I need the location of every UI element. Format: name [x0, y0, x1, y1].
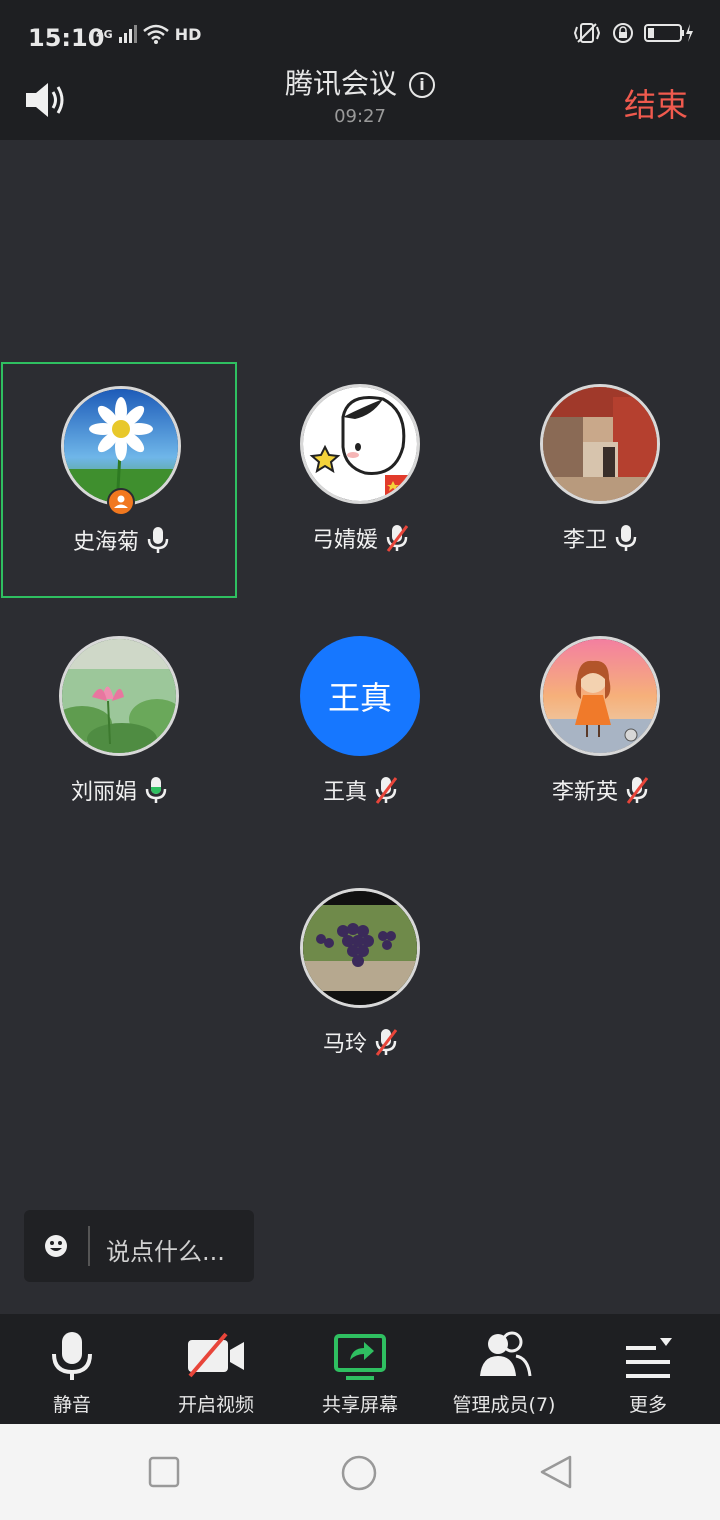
participant-name: 史海菊	[3, 524, 239, 556]
participant-tile[interactable]: 王真 王真	[242, 614, 478, 850]
start-video-button[interactable]: 开启视频	[144, 1314, 288, 1424]
participant-name-text: 马玲	[322, 1032, 367, 1057]
mic-muted-icon	[375, 1029, 397, 1056]
meeting-title[interactable]: 腾讯会议 i	[0, 62, 720, 102]
participant-tile[interactable]: 李卫	[482, 362, 718, 598]
avatar	[300, 384, 420, 504]
avatar	[59, 636, 179, 756]
chat-input[interactable]: 说点什么...	[24, 1210, 254, 1282]
mic-muted-icon	[375, 777, 397, 804]
signal-icon	[118, 25, 137, 43]
participant-name: 王真	[242, 774, 478, 806]
participant-tile[interactable]: 刘丽娟	[1, 614, 237, 850]
meeting-timer: 09:27	[334, 106, 386, 127]
status-time: 15:10	[28, 24, 105, 52]
meeting-toolbar: 静音 开启视频 共享屏幕 管理成员(7) 更多	[0, 1314, 720, 1424]
participant-tile[interactable]: 李新英	[482, 614, 718, 850]
vibrate-icon	[573, 23, 601, 43]
participant-name: 李新英	[482, 774, 718, 806]
home-icon[interactable]	[340, 1454, 378, 1492]
participant-name-text: 弓婧媛	[311, 528, 378, 553]
mic-speaking-icon	[145, 777, 167, 803]
meeting-header: 腾讯会议 i 09:27 结束	[0, 67, 720, 140]
participant-name-text: 史海菊	[72, 530, 139, 555]
emoji-icon[interactable]	[44, 1234, 68, 1258]
mute-button[interactable]: 静音	[0, 1314, 144, 1424]
daisy-photo	[64, 389, 178, 503]
video-off-icon	[188, 1332, 244, 1378]
video-label: 开启视频	[177, 1394, 254, 1416]
more-label: 更多	[628, 1394, 667, 1416]
avatar	[300, 888, 420, 1008]
painted-girl	[543, 639, 657, 753]
host-badge-icon	[107, 488, 135, 516]
end-meeting-button[interactable]: 结束	[624, 80, 688, 126]
participant-name: 马玲	[242, 1026, 478, 1058]
back-icon[interactable]	[538, 1454, 574, 1490]
chat-placeholder: 说点什么...	[106, 1238, 225, 1266]
members-icon	[480, 1331, 532, 1377]
microphone-icon	[52, 1332, 92, 1380]
avatar: 王真	[300, 636, 420, 756]
members-label: 管理成员(7)	[452, 1394, 556, 1416]
system-nav-bar	[0, 1424, 720, 1520]
mic-muted-icon	[386, 525, 408, 552]
mute-label: 静音	[52, 1394, 91, 1416]
meeting-title-text: 腾讯会议	[284, 67, 397, 100]
participant-name-text: 李新英	[551, 780, 618, 805]
mic-muted-icon	[626, 777, 648, 804]
participant-tile[interactable]: 弓婧媛	[242, 362, 478, 598]
info-icon[interactable]: i	[409, 72, 435, 98]
participant-name-text: 王真	[322, 780, 367, 805]
lock-rotation-icon	[613, 23, 633, 43]
hd-label: HD	[174, 24, 202, 44]
lotus-photo	[62, 639, 176, 753]
status-bar: 15:10 4G HD	[0, 0, 720, 70]
menu-icon	[626, 1338, 672, 1378]
avatar	[540, 636, 660, 756]
participant-name-text: 刘丽娟	[70, 780, 137, 805]
network-label: 4G	[96, 27, 113, 41]
manage-members-button[interactable]: 管理成员(7)	[432, 1314, 576, 1424]
participant-name: 刘丽娟	[1, 774, 237, 806]
share-label: 共享屏幕	[321, 1394, 398, 1416]
share-screen-icon	[334, 1334, 386, 1380]
participant-tile[interactable]: 马玲	[242, 866, 478, 1102]
more-button[interactable]: 更多	[576, 1314, 720, 1424]
avatar	[540, 384, 660, 504]
cartoon-girl	[303, 387, 417, 501]
temple-photo	[543, 387, 657, 501]
grapes-photo	[303, 891, 417, 1005]
share-screen-button[interactable]: 共享屏幕	[288, 1314, 432, 1424]
participant-tile[interactable]: 史海菊	[1, 362, 237, 598]
mic-on-icon	[147, 527, 169, 553]
participant-name: 李卫	[482, 522, 718, 554]
recent-apps-icon[interactable]	[148, 1456, 180, 1488]
participant-name: 弓婧媛	[242, 522, 478, 554]
participant-name-text: 李卫	[562, 528, 607, 553]
battery-icon	[644, 24, 693, 42]
wifi-icon	[142, 24, 169, 44]
mic-on-icon	[615, 525, 637, 551]
chat-divider	[88, 1226, 90, 1266]
